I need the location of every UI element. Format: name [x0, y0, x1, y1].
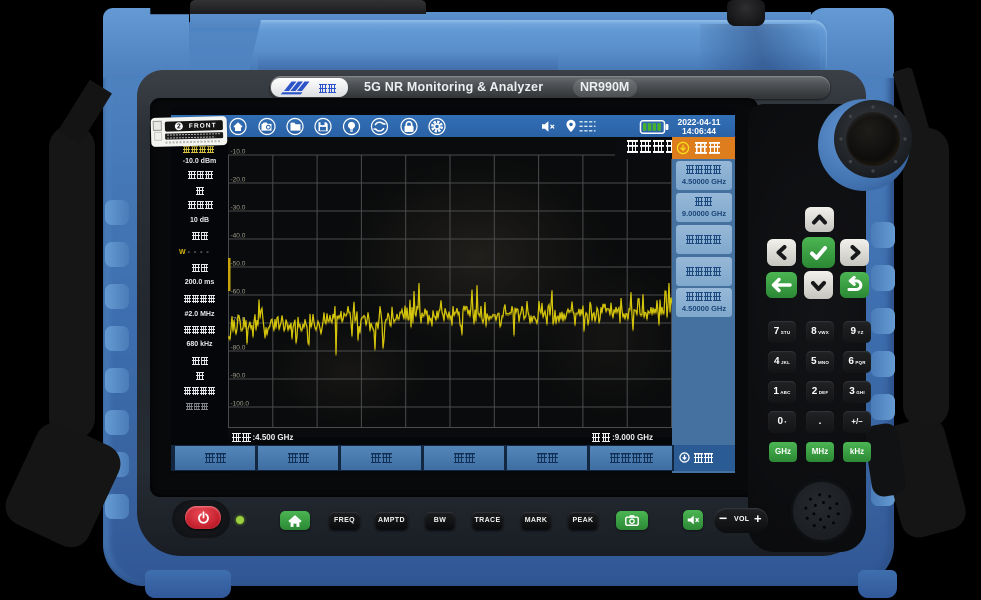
svg-text:-10.0: -10.0	[231, 149, 246, 156]
svg-text:-100.0: -100.0	[231, 401, 250, 408]
svg-text:-30.0: -30.0	[231, 205, 246, 212]
svg-text:-40.0: -40.0	[231, 233, 246, 240]
svg-text:-20.0: -20.0	[231, 177, 246, 184]
svg-text:-90.0: -90.0	[231, 373, 246, 380]
svg-text:-60.0: -60.0	[231, 289, 246, 296]
svg-text:-80.0: -80.0	[231, 345, 246, 352]
svg-text:-50.0: -50.0	[231, 261, 246, 268]
